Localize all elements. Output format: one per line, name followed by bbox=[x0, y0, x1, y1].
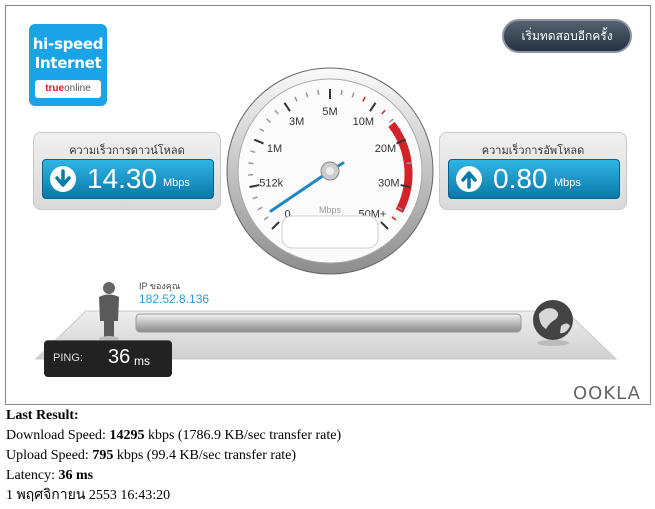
ping-value: 36 bbox=[108, 346, 131, 368]
upload-speed-value: 0.80 bbox=[493, 163, 548, 194]
ping-label: PING: bbox=[53, 352, 83, 364]
upload-speed-line: Upload Speed: 795 kbps (99.4 KB/sec tran… bbox=[6, 446, 341, 466]
upload-speed-panel: ความเร็วการอัพโหลด 0.80 Mbps bbox=[439, 132, 627, 210]
gauge-unit-label: Mbps bbox=[319, 205, 342, 215]
upload-kbps: 795 bbox=[92, 448, 114, 463]
gauge-tick bbox=[340, 89, 343, 95]
gauge-tick-label: 512k bbox=[259, 178, 283, 190]
upload-prefix: Upload Speed: bbox=[6, 448, 93, 463]
last-result-section: Last Result: Download Speed: 14295 kbps … bbox=[6, 406, 341, 506]
latency-value: 36 ms bbox=[58, 468, 94, 483]
trueonline-badge: trueonline bbox=[35, 80, 101, 98]
download-speed-panel: ความเร็วการดาวน์โหลด 14.30 Mbps bbox=[33, 132, 221, 210]
hi-speed-internet-logo: hi-speed Internet trueonline bbox=[29, 24, 107, 106]
download-speed-unit: Mbps bbox=[163, 177, 190, 189]
ookla-logo: OOKLA bbox=[573, 383, 641, 404]
upload-suffix: kbps (99.4 KB/sec transfer rate) bbox=[113, 448, 297, 463]
gauge-tick-label: 3M bbox=[289, 116, 304, 128]
gauge-tick-label: 10M bbox=[353, 116, 374, 128]
logo-line2: Internet bbox=[34, 54, 102, 72]
download-speed-line: Download Speed: 14295 kbps (1786.9 KB/se… bbox=[6, 426, 341, 446]
brand-true: true bbox=[45, 83, 65, 94]
download-speed-value: 14.30 bbox=[87, 163, 158, 194]
upload-value-box: 0.80 Mbps bbox=[448, 159, 620, 199]
result-timestamp: 1 พฤศจิกายน 2553 16:43:20 bbox=[6, 488, 171, 503]
download-suffix: kbps (1786.9 KB/sec transfer rate) bbox=[144, 428, 342, 443]
brand-online: online bbox=[64, 83, 91, 94]
restart-test-button[interactable]: เริ่มทดสอบอีกครั้ง bbox=[502, 19, 632, 53]
gauge-tick-label: 1M bbox=[267, 143, 282, 155]
ip-label: IP ของคุณ bbox=[139, 281, 181, 291]
ping-box: PING: 36 ms bbox=[44, 340, 172, 377]
download-prefix: Download Speed: bbox=[6, 428, 110, 443]
download-kbps: 14295 bbox=[109, 428, 145, 443]
logo-line1: hi-speed bbox=[32, 35, 104, 53]
ping-unit: ms bbox=[134, 354, 150, 368]
gauge-tick-label: 30M bbox=[378, 178, 399, 190]
upload-speed-unit: Mbps bbox=[554, 177, 581, 189]
download-arrow-icon bbox=[50, 166, 76, 192]
download-value-box: 14.30 Mbps bbox=[42, 159, 214, 199]
speedtest-widget: hi-speed Internet trueonline เริ่มทดสอบอ… bbox=[5, 5, 651, 405]
latency-line: Latency: 36 ms bbox=[6, 466, 341, 486]
ip-address: 182.52.8.136 bbox=[139, 292, 210, 306]
latency-prefix: Latency: bbox=[6, 468, 59, 483]
gauge-tick-label: 5M bbox=[322, 106, 337, 118]
download-title: ความเร็วการดาวน์โหลด bbox=[69, 145, 185, 157]
upload-title: ความเร็วการอัพโหลด bbox=[481, 145, 585, 157]
speed-gauge: 0512k1M3M5M10M20M30M50M+ Mbps bbox=[226, 67, 434, 275]
gauge-tick-label: 20M bbox=[375, 143, 396, 155]
last-result-heading: Last Result: bbox=[6, 408, 79, 423]
gauge-tick bbox=[317, 89, 320, 95]
upload-arrow-icon bbox=[456, 166, 482, 192]
